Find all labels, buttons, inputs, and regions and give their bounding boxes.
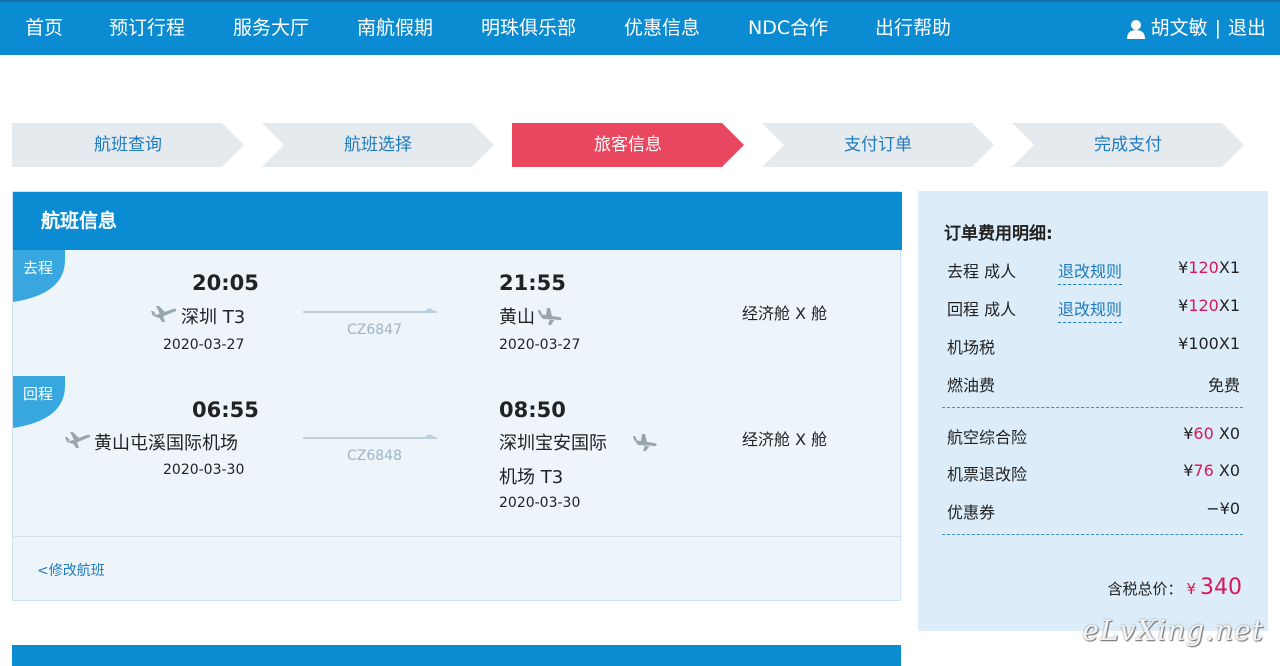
- user-area: 胡文敏 | 退出: [1126, 2, 1266, 55]
- step-passenger-info: 旅客信息: [512, 123, 744, 167]
- fee-title: 订单费用明细:: [944, 224, 1053, 244]
- fee-value-fuel: 免费: [1207, 376, 1240, 395]
- nav-item-booking[interactable]: 预订行程: [109, 2, 185, 55]
- outbound-badge: 去程: [13, 250, 65, 302]
- fee-value-return-adult: ¥120X1: [1178, 296, 1240, 315]
- order-fee-panel: 订单费用明细: 去程 成人 退改规则 ¥120X1 回程 成人 退改规则 ¥12…: [918, 191, 1268, 631]
- booking-progress-steps: 航班查询 航班选择 旅客信息 支付订单 完成支付: [12, 123, 1244, 167]
- modify-flight-link[interactable]: <修改航班: [37, 560, 105, 580]
- nav-item-home[interactable]: 首页: [25, 2, 63, 55]
- nav-item-promotions[interactable]: 优惠信息: [624, 2, 700, 55]
- step-flight-search: 航班查询: [12, 123, 244, 167]
- nav-item-holidays[interactable]: 南航假期: [357, 2, 433, 55]
- outbound-arrival-time: 21:55: [499, 271, 566, 295]
- fee-divider: [942, 534, 1243, 535]
- user-icon: [1126, 19, 1145, 39]
- fee-value-aviation-insurance: ¥60 X0: [1183, 424, 1240, 443]
- total-currency: ¥: [1186, 580, 1196, 598]
- plane-landing-icon: [538, 308, 562, 325]
- outbound-departure-date: 2020-03-27: [163, 337, 245, 353]
- panel-divider: [13, 536, 902, 537]
- return-arrival-time: 08:50: [499, 398, 566, 422]
- return-departure-date: 2020-03-30: [163, 462, 245, 478]
- total-label: 含税总价：: [1107, 580, 1183, 598]
- fee-label-coupon: 优惠券: [947, 503, 996, 522]
- step-label: 航班查询: [94, 135, 162, 155]
- fee-label-aviation-insurance: 航空综合险: [947, 428, 1028, 447]
- plane-icon: [65, 432, 91, 448]
- nav-item-travel-help[interactable]: 出行帮助: [875, 2, 951, 55]
- fee-value-refund-insurance: ¥76 X0: [1183, 461, 1240, 480]
- nav-item-service-hall[interactable]: 服务大厅: [233, 2, 309, 55]
- nav-item-ndc[interactable]: NDC合作: [748, 2, 828, 55]
- fee-label-fuel: 燃油费: [947, 376, 996, 395]
- step-label: 支付订单: [844, 135, 912, 155]
- fee-label-refund-insurance: 机票退改险: [947, 465, 1028, 484]
- passenger-info-header: [12, 645, 901, 666]
- user-separator: |: [1214, 17, 1221, 39]
- step-payment-complete: 完成支付: [1012, 123, 1244, 167]
- step-flight-select: 航班选择: [262, 123, 494, 167]
- fee-divider: [942, 407, 1243, 408]
- fee-label-outbound-adult: 去程 成人: [947, 262, 1017, 281]
- return-departure-time: 06:55: [192, 398, 259, 422]
- fee-value-airport-tax: ¥100X1: [1178, 334, 1240, 353]
- return-arrival-date: 2020-03-30: [499, 495, 581, 511]
- plane-icon: [151, 306, 177, 322]
- fee-label-airport-tax: 机场税: [947, 338, 996, 357]
- return-departure-city: 黄山屯溪国际机场: [94, 433, 238, 454]
- refund-rules-link[interactable]: 退改规则: [1058, 258, 1123, 285]
- return-badge: 回程: [13, 376, 65, 428]
- arrow-icon: [303, 308, 437, 313]
- return-flight-number: CZ6848: [347, 448, 402, 464]
- plane-landing-icon: [633, 434, 657, 451]
- outbound-departure-time: 20:05: [192, 271, 259, 295]
- logout-link[interactable]: 退出: [1228, 2, 1266, 55]
- user-name[interactable]: 胡文敏: [1151, 2, 1208, 55]
- return-cabin: 经济舱 X 舱: [742, 430, 828, 449]
- fee-label-return-adult: 回程 成人: [947, 300, 1017, 319]
- watermark: eLvXing.net: [1082, 614, 1264, 647]
- outbound-flight-number: CZ6847: [347, 322, 402, 338]
- outbound-arrival-city: 黄山: [499, 307, 535, 328]
- refund-rules-link[interactable]: 退改规则: [1058, 296, 1123, 323]
- outbound-cabin: 经济舱 X 舱: [742, 304, 828, 323]
- total-amount: 340: [1200, 575, 1242, 600]
- outbound-departure-city: 深圳 T3: [181, 307, 246, 328]
- return-arrival-city-line1: 深圳宝安国际: [499, 433, 607, 454]
- step-pay-order: 支付订单: [762, 123, 994, 167]
- flight-info-title: 航班信息: [13, 192, 902, 250]
- total-price: 含税总价： ¥340: [1107, 575, 1242, 600]
- fee-value-outbound-adult: ¥120X1: [1178, 258, 1240, 277]
- top-navigation-bar: 首页 预订行程 服务大厅 南航假期 明珠俱乐部 优惠信息 NDC合作 出行帮助 …: [0, 0, 1280, 55]
- fee-value-coupon: −¥0: [1206, 499, 1240, 518]
- step-label: 完成支付: [1094, 135, 1162, 155]
- flight-info-panel: 航班信息 去程 20:05 深圳 T3 2020-03-27 CZ6847 21…: [12, 191, 902, 601]
- outbound-arrival-date: 2020-03-27: [499, 337, 581, 353]
- step-label: 航班选择: [344, 135, 412, 155]
- step-label: 旅客信息: [594, 135, 662, 155]
- return-arrival-city-line2: 机场 T3: [499, 467, 564, 488]
- nav-item-pearl-club[interactable]: 明珠俱乐部: [481, 2, 576, 55]
- arrow-icon: [303, 434, 437, 439]
